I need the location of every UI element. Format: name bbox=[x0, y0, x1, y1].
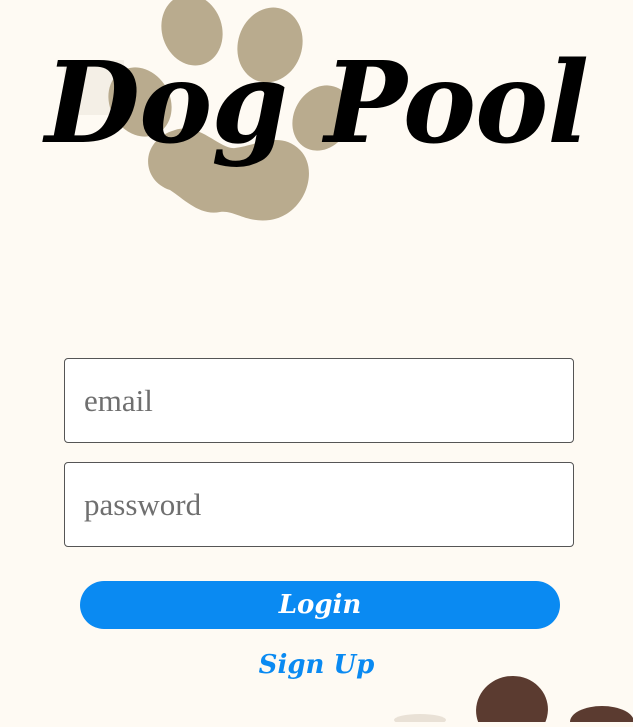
signup-link[interactable]: Sign Up bbox=[0, 650, 633, 680]
login-button[interactable]: Login bbox=[80, 581, 560, 629]
password-field[interactable] bbox=[64, 462, 574, 547]
app-title: Dog Pool bbox=[44, 38, 589, 169]
email-input[interactable] bbox=[84, 382, 573, 419]
login-button-label: Login bbox=[278, 590, 362, 620]
signup-link-label: Sign Up bbox=[258, 650, 375, 680]
password-input[interactable] bbox=[84, 486, 573, 523]
email-field[interactable] bbox=[64, 358, 574, 443]
